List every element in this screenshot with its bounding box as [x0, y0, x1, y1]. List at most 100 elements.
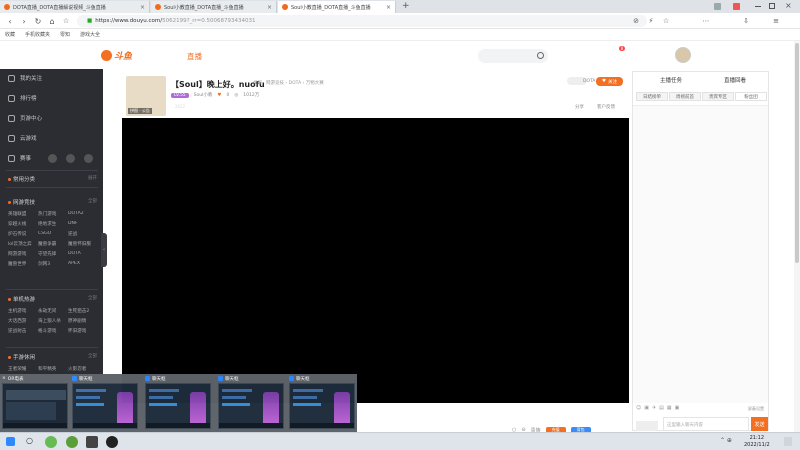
category-link[interactable]: 和平精英 — [38, 366, 68, 372]
share-link[interactable]: 分享 — [575, 104, 584, 110]
category-link[interactable]: 网游游戏 — [8, 251, 38, 257]
streamer-avatar[interactable]: 拼图 · 公告 — [126, 76, 166, 116]
search-icon[interactable] — [537, 52, 544, 59]
category-link[interactable]: 英雄联盟 — [8, 211, 38, 217]
category-link[interactable]: DNF — [68, 221, 98, 227]
close-icon[interactable]: × — [267, 4, 272, 11]
follow-button[interactable]: ♥ 关注 — [596, 77, 623, 86]
sidebar-item-cloudgame[interactable]: 云游戏 — [0, 129, 103, 147]
category-link[interactable]: lol云顶之弈 — [8, 241, 38, 247]
category-link[interactable]: 永劫无间 — [38, 308, 68, 314]
browser-tab-3[interactable]: Soul小教直播_DOTA直播_斗鱼直播 × — [278, 1, 396, 13]
chat-input[interactable]: 这里输入聊天内容 — [663, 417, 749, 431]
scrollbar-thumb[interactable] — [795, 43, 799, 263]
home-icon[interactable]: ⌂ — [46, 15, 58, 27]
send-button[interactable]: 发送 — [751, 417, 768, 431]
sidebar-item-esports[interactable]: 赛事 — [0, 149, 103, 167]
section-more-link[interactable]: 全部 — [88, 353, 97, 359]
fan-badge[interactable] — [636, 421, 658, 431]
close-window-icon[interactable]: × — [785, 1, 792, 10]
sidebar-item-follow[interactable]: 我的关注 — [0, 69, 103, 87]
browser-tab-2[interactable]: Soul小教直播_DOTA直播_斗鱼直播 × — [151, 1, 277, 13]
video-player[interactable] — [122, 118, 629, 403]
block-icon[interactable]: ⊘ — [630, 15, 642, 27]
forward-icon[interactable]: › — [18, 15, 30, 27]
chat-settings-link[interactable]: 屏蔽设置 — [748, 406, 764, 412]
close-icon[interactable]: × — [2, 376, 6, 381]
category-link[interactable]: 怀旧游戏 — [68, 328, 98, 334]
category-link[interactable]: 海上狼人杀 — [38, 318, 68, 324]
notification-center-icon[interactable] — [784, 437, 792, 446]
settings-icon[interactable]: ≡ — [770, 15, 782, 27]
bookmark-item[interactable]: 收藏 — [5, 31, 15, 38]
team-logo-icon[interactable] — [84, 153, 94, 163]
address-bar[interactable]: ■ https://www.douyu.com/5062199?_rr=0.50… — [77, 15, 647, 27]
category-link[interactable]: 炉石传说 — [8, 231, 38, 237]
extension-icon[interactable]: ⚡ — [645, 15, 657, 27]
window-icon[interactable] — [714, 3, 721, 10]
category-link[interactable]: 大话西游 — [8, 318, 38, 324]
bookmark-item[interactable]: 手机收藏夹 — [25, 31, 50, 38]
category-link[interactable]: 王者荣耀 — [8, 366, 38, 372]
download-icon[interactable]: ⇩ — [740, 15, 752, 27]
category-link[interactable]: 魔兽怀旧服 — [68, 241, 98, 247]
section-more-link[interactable]: 展开 — [88, 175, 97, 181]
image-icon[interactable]: ▣ — [644, 405, 649, 411]
category-link[interactable]: 剑网3 — [38, 261, 68, 267]
subtab-fans[interactable]: 粉丝团 — [735, 92, 767, 101]
category-link[interactable]: 主机游戏 — [8, 308, 38, 314]
category-link[interactable]: APEX — [68, 261, 98, 267]
breadcrumb[interactable]: 网游竞技 › DOTA › 万物大赛 — [266, 80, 324, 86]
team-logo-icon[interactable] — [48, 153, 58, 163]
window-preview[interactable]: × OR电表 — [0, 374, 70, 432]
user-avatar[interactable] — [675, 47, 691, 63]
section-more-link[interactable]: 全部 — [88, 198, 97, 204]
reload-icon[interactable]: ↻ — [32, 15, 44, 27]
window-preview[interactable]: 聊天框 — [70, 374, 140, 432]
streamer-name[interactable]: Soul小教 — [194, 92, 213, 98]
search-input[interactable] — [478, 49, 548, 63]
send-icon[interactable]: ✈ — [652, 405, 656, 411]
obs-app-icon[interactable] — [106, 436, 118, 448]
app-icon[interactable] — [86, 436, 98, 448]
category-link[interactable]: 逆战射击 — [8, 328, 38, 334]
category-link[interactable]: DOTA2 — [68, 211, 98, 217]
window-preview[interactable]: 聊天框 — [143, 374, 213, 432]
task-icon[interactable]: ▦ — [667, 405, 672, 411]
sidebar-collapse-button[interactable]: ‹ — [101, 233, 107, 267]
sidebar-item-ranking[interactable]: 排行榜 — [0, 89, 103, 107]
nav-live-link[interactable]: 直播 — [187, 51, 202, 62]
star-icon[interactable]: ☆ — [60, 15, 72, 27]
report-link[interactable]: 举报 — [253, 80, 262, 86]
browser-app-icon[interactable] — [66, 436, 78, 448]
search-icon[interactable]: ○ — [26, 436, 38, 448]
page-scrollbar[interactable] — [794, 41, 800, 432]
window-preview[interactable]: 聊天框 — [287, 374, 357, 432]
sidebar-item-webgame[interactable]: 页游中心 — [0, 109, 103, 127]
feedback-link[interactable]: 客户反馈 — [597, 104, 615, 110]
new-tab-button[interactable]: + — [402, 1, 410, 11]
category-link[interactable]: 火影忍者 — [68, 366, 98, 372]
gift-icon[interactable] — [733, 3, 740, 10]
bookmark-icon[interactable]: ☆ — [660, 15, 672, 27]
category-link[interactable]: 逆战 — [68, 231, 98, 237]
system-clock[interactable]: 21:12 2022/11/2 — [744, 435, 770, 449]
notification-badge[interactable]: 8 — [619, 46, 625, 51]
emoji-icon[interactable]: ☺ — [636, 405, 641, 411]
app-icon[interactable] — [45, 436, 57, 448]
category-link[interactable]: 绝地求生 — [38, 221, 68, 227]
category-link[interactable]: 穿越火线 — [8, 221, 38, 227]
subtab-vip[interactable]: 贵宾专区 — [702, 92, 734, 101]
category-link[interactable]: DOTA — [68, 251, 98, 257]
category-link[interactable]: 生死狙击2 — [68, 308, 98, 314]
tray-icons[interactable]: ⌃ ⊕ — [720, 437, 732, 444]
bookmark-item[interactable]: 游戏大全 — [80, 31, 100, 38]
fan-icon[interactable]: ▣ — [675, 405, 680, 411]
category-tag[interactable]: DOTA — [583, 79, 596, 84]
team-logo-icon[interactable] — [66, 153, 76, 163]
subtab-weekly[interactable]: 周榜前首 — [669, 92, 701, 101]
windows-start-icon[interactable] — [6, 437, 15, 446]
close-icon[interactable]: × — [140, 4, 145, 11]
tab-replay[interactable]: 直播回看 — [724, 76, 746, 84]
category-link[interactable]: 魔兽争霸 — [38, 241, 68, 247]
